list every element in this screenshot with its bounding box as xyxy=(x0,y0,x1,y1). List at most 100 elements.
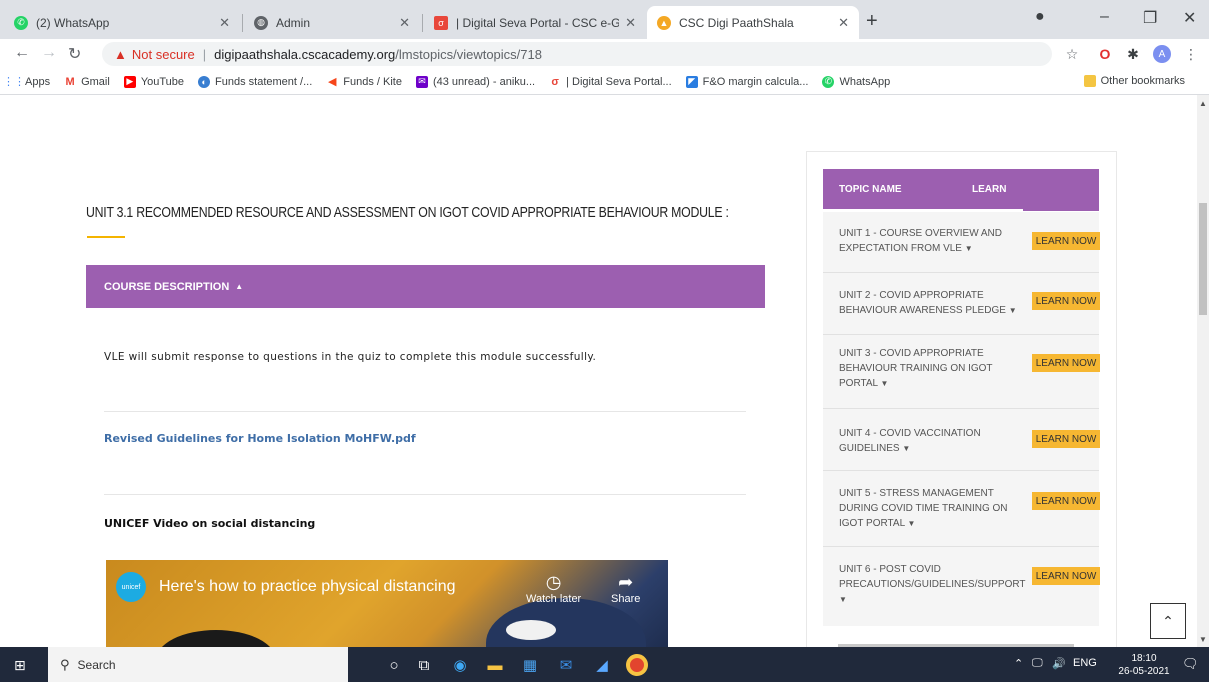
warning-triangle-icon[interactable]: ▲ xyxy=(114,47,127,62)
pdf-resource-link[interactable]: Revised Guidelines for Home Isolation Mo… xyxy=(104,432,416,445)
learn-now-button-unit-3[interactable]: LEARN NOW xyxy=(1032,354,1100,372)
caret-down-icon[interactable]: ▼ xyxy=(908,519,916,528)
share-button[interactable]: ➦ Share xyxy=(611,572,640,605)
task-view-icon[interactable]: ⧉ xyxy=(414,655,434,675)
forward-arrow-icon[interactable]: → xyxy=(41,44,57,62)
video-section-title: UNICEF Video on social distancing xyxy=(104,517,316,530)
bookmark-whatsapp[interactable]: ✆ WhatsApp xyxy=(822,75,891,88)
unit-3-item[interactable]: UNIT 3 - COVID APPROPRIATE BEHAVIOUR TRA… xyxy=(839,346,1029,391)
tab-admin[interactable]: ◍ Admin ✕ xyxy=(244,6,420,39)
divider xyxy=(823,546,1099,547)
caret-down-icon[interactable]: ▼ xyxy=(1009,306,1017,315)
volume-icon[interactable]: 🔊 xyxy=(1052,657,1066,670)
minimize-icon[interactable]: – xyxy=(1100,8,1109,26)
close-icon[interactable]: ✕ xyxy=(838,15,849,31)
security-label[interactable]: Not secure xyxy=(132,47,195,62)
close-icon[interactable]: ✕ xyxy=(399,15,410,31)
whatsapp-icon: ✆ xyxy=(822,75,835,88)
back-arrow-icon[interactable]: ← xyxy=(14,44,30,62)
bookmark-funds-statement[interactable]: ◐ Funds statement /... xyxy=(198,75,312,88)
url-separator: | xyxy=(202,46,207,62)
window-close-icon[interactable]: ✕ xyxy=(1183,8,1196,28)
caret-down-icon[interactable]: ▼ xyxy=(881,379,889,388)
new-tab-button[interactable]: + xyxy=(866,10,878,33)
unit-name: UNIT 6 - POST COVID PRECAUTIONS/GUIDELIN… xyxy=(839,564,1026,590)
course-description-text: VLE will submit response to questions in… xyxy=(104,351,597,363)
divider xyxy=(104,411,746,412)
page-scrollbar[interactable]: ▲ ▼ xyxy=(1197,95,1209,647)
unicef-logo[interactable]: unicef xyxy=(116,572,146,602)
page-content: UNIT 3.1 RECOMMENDED RESOURCE AND ASSESS… xyxy=(0,95,1197,647)
tab-whatsapp[interactable]: ✆ (2) WhatsApp ✕ xyxy=(4,6,240,39)
bookmark-label: Funds / Kite xyxy=(343,75,402,88)
caret-down-icon[interactable]: ▼ xyxy=(902,444,910,453)
learn-now-button-unit-4[interactable]: LEARN NOW xyxy=(1032,430,1100,448)
clock-date: 26-05-2021 xyxy=(1118,666,1170,677)
video-frame-shape xyxy=(506,620,556,640)
reload-icon[interactable]: ↻ xyxy=(68,44,81,64)
close-icon[interactable]: ✕ xyxy=(625,15,636,31)
graduation-cap-icon: ▲ xyxy=(657,15,671,30)
course-description-toggle[interactable]: COURSE DESCRIPTION ▲ xyxy=(86,265,765,308)
learn-now-button-unit-5[interactable]: LEARN NOW xyxy=(1032,492,1100,510)
opera-extension-icon[interactable]: O xyxy=(1097,46,1113,62)
network-icon[interactable]: 🖵 xyxy=(1032,657,1043,670)
video-frame-shape xyxy=(486,598,646,647)
chrome-icon[interactable] xyxy=(626,654,648,676)
bookmark-label: F&O margin calcula... xyxy=(702,75,809,88)
teams-icon[interactable]: ◢ xyxy=(592,655,612,675)
bookmark-other[interactable]: Other bookmarks xyxy=(1083,75,1185,87)
url-path: /lmstopics/viewtopics/718 xyxy=(395,46,542,62)
caret-down-icon[interactable]: ▼ xyxy=(965,244,973,253)
profile-dot-icon[interactable]: ● xyxy=(1035,8,1045,26)
tab-csc-digi-paathshala[interactable]: ▲ CSC Digi PaathShala ✕ xyxy=(647,6,859,39)
video-player[interactable]: unicef Here's how to practice physical d… xyxy=(106,560,668,647)
learn-now-button-unit-6[interactable]: LEARN NOW xyxy=(1032,567,1100,585)
unit-name: UNIT 2 - COVID APPROPRIATE BEHAVIOUR AWA… xyxy=(839,290,1006,316)
scroll-down-arrow-icon[interactable]: ▼ xyxy=(1199,635,1207,644)
store-icon[interactable]: ▦ xyxy=(520,655,540,675)
taskbar-search[interactable]: ⚲ Search xyxy=(48,647,348,682)
caret-down-icon[interactable]: ▼ xyxy=(839,595,847,604)
address-bar[interactable]: ▲ Not secure | digipaathshala.cscacademy… xyxy=(102,42,1052,66)
tab-digital-seva[interactable]: σ | Digital Seva Portal - CSC e-Gove ✕ xyxy=(424,6,646,39)
unit-4-item[interactable]: UNIT 4 - COVID VACCINATION GUIDELINES ▼ xyxy=(839,426,1029,456)
unit-6-item[interactable]: UNIT 6 - POST COVID PRECAUTIONS/GUIDELIN… xyxy=(839,562,1029,607)
unit-name: UNIT 5 - STRESS MANAGEMENT DURING COVID … xyxy=(839,488,1008,529)
bookmark-funds-kite[interactable]: ◀ Funds / Kite xyxy=(326,75,402,89)
watch-later-button[interactable]: ◷ Watch later xyxy=(526,572,581,605)
learn-now-button-unit-1[interactable]: LEARN NOW xyxy=(1032,232,1100,250)
extensions-puzzle-icon[interactable]: ✱ xyxy=(1125,46,1141,62)
close-icon[interactable]: ✕ xyxy=(219,15,230,31)
file-explorer-icon[interactable]: ▬ xyxy=(485,655,505,675)
bookmark-label: WhatsApp xyxy=(839,75,891,88)
bookmark-gmail[interactable]: M Gmail xyxy=(64,75,110,88)
scrollbar-thumb[interactable] xyxy=(1199,203,1207,315)
cortana-icon[interactable]: ○ xyxy=(384,655,404,675)
scroll-up-arrow-icon[interactable]: ▲ xyxy=(1199,99,1207,108)
bookmark-apps[interactable]: ⋮⋮ Apps xyxy=(3,76,50,89)
bookmark-star-icon[interactable]: ☆ xyxy=(1064,46,1080,62)
windows-start-icon[interactable]: ⊞ xyxy=(14,657,26,674)
bookmark-youtube[interactable]: ▶ YouTube xyxy=(123,75,184,88)
notifications-icon[interactable]: 🗨 xyxy=(1182,656,1199,672)
video-title[interactable]: Here's how to practice physical distanci… xyxy=(159,578,456,596)
restore-icon[interactable]: ❐ xyxy=(1143,8,1157,28)
menu-kebab-icon[interactable]: ⋮ xyxy=(1183,46,1199,62)
language-indicator[interactable]: ENG xyxy=(1073,657,1097,669)
whatsapp-icon: ✆ xyxy=(14,15,28,30)
unit-2-item[interactable]: UNIT 2 - COVID APPROPRIATE BEHAVIOUR AWA… xyxy=(839,288,1029,318)
unit-5-item[interactable]: UNIT 5 - STRESS MANAGEMENT DURING COVID … xyxy=(839,486,1029,531)
tray-chevron-icon[interactable]: ⌃ xyxy=(1014,657,1023,670)
unit-1-item[interactable]: UNIT 1 - COURSE OVERVIEW AND EXPECTATION… xyxy=(839,226,1029,256)
learn-now-button-unit-2[interactable]: LEARN NOW xyxy=(1032,292,1100,310)
system-clock[interactable]: 18:10 26-05-2021 xyxy=(1118,652,1170,678)
bookmark-mail-unread[interactable]: ✉ (43 unread) - aniku... xyxy=(415,75,535,88)
mail-app-icon[interactable]: ✉ xyxy=(556,655,576,675)
edge-icon[interactable]: ◉ xyxy=(450,655,470,675)
bookmark-label: Gmail xyxy=(81,75,110,88)
profile-avatar[interactable]: A xyxy=(1153,45,1171,63)
bookmark-fno-margin[interactable]: ◤ F&O margin calcula... xyxy=(685,75,809,88)
bookmark-digital-seva[interactable]: σ | Digital Seva Portal... xyxy=(549,76,671,88)
scroll-to-top-button[interactable]: ⌃ xyxy=(1150,603,1186,639)
